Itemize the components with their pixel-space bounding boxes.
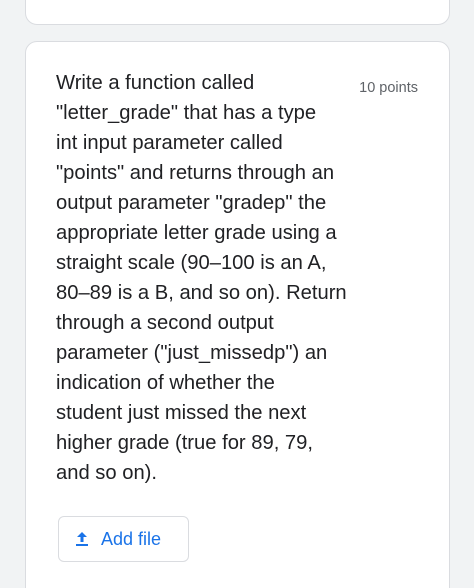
previous-question-card [25,0,450,25]
points-label: 10 points [359,80,418,96]
add-file-button[interactable]: Add file [58,516,189,562]
question-card: Write a function called "letter_grade" t… [25,41,450,588]
add-file-label: Add file [101,528,162,549]
upload-icon [73,530,91,548]
form-page: Write a function called "letter_grade" t… [0,0,474,588]
question-text: Write a function called "letter_grade" t… [56,72,347,484]
